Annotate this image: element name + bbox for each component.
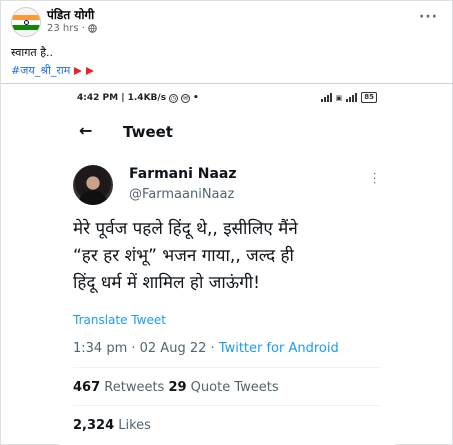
- status-time: 4:42 PM | 1.4KB/s: [77, 93, 167, 103]
- signal-icon: [320, 93, 332, 102]
- post-text: स्वागत है..: [11, 46, 54, 59]
- post-author[interactable]: पंडित योगी: [47, 6, 94, 23]
- tweet-timestamp: 1:34 pm · 02 Aug 22 ·: [73, 341, 219, 356]
- volte-icon: ▣: [335, 93, 343, 102]
- tweet-author-name[interactable]: Farmani Naaz: [129, 166, 237, 182]
- dot-icon: •: [193, 93, 199, 103]
- tweet-body-line: मेरे पूर्वज पहले हिंदू थे,, इसीलिए मैंने: [73, 219, 298, 239]
- tweet-body-line: “हर हर शंभू” भजन गाया,, जल्द ही: [73, 246, 294, 266]
- tweet-author-avatar[interactable]: [73, 165, 113, 205]
- tweet-more-icon[interactable]: ···: [368, 172, 381, 186]
- tweet-author-handle[interactable]: @FarmaaniNaaz: [129, 187, 234, 202]
- divider: [73, 367, 381, 368]
- more-options-icon[interactable]: ···: [419, 9, 438, 25]
- post-hashtag-row: #जय_श्री_राम: [11, 63, 95, 78]
- tweet-likes-row: 2,324 Likes: [73, 418, 151, 433]
- post-image[interactable]: 4:42 PM | 1.4KB/s ◷ ✉ • ▣ 85 ← Tweet Far…: [59, 84, 395, 445]
- tweet-header-title: Tweet: [123, 123, 173, 141]
- phone-status-right: ▣ 85: [320, 92, 377, 103]
- tweet-stats-row: 467 Retweets 29 Quote Tweets: [73, 380, 279, 395]
- tweet-body: मेरे पूर्वज पहले हिंदू थे,, इसीलिए मैंने…: [73, 216, 385, 297]
- globe-icon: [88, 24, 97, 33]
- hashtag-link[interactable]: #जय_श्री_राम: [11, 63, 70, 78]
- tweet-source-link[interactable]: Twitter for Android: [219, 341, 339, 356]
- post-meta: 23 hrs ·: [47, 23, 97, 34]
- alarm-icon: ◷: [169, 93, 179, 103]
- battery-icon: 85: [361, 92, 377, 103]
- retweets-count[interactable]: 467: [73, 380, 100, 395]
- author-avatar[interactable]: [11, 7, 41, 37]
- translate-tweet-link[interactable]: Translate Tweet: [73, 313, 166, 327]
- red-triangle-icon: [74, 66, 83, 75]
- red-triangle-icon: [86, 66, 95, 75]
- divider: [73, 405, 381, 406]
- facebook-post: पंडित योगी 23 hrs · ··· स्वागत है.. #जय_…: [0, 0, 453, 445]
- retweets-label[interactable]: Retweets: [100, 380, 168, 395]
- phone-status-bar: 4:42 PM | 1.4KB/s ◷ ✉ •: [77, 93, 199, 103]
- tweet-body-line: हिंदू धर्म में शामिल हो जाऊंगी!: [73, 273, 260, 293]
- likes-count[interactable]: 2,324: [73, 418, 114, 433]
- tweet-timestamp-row: 1:34 pm · 02 Aug 22 · Twitter for Androi…: [73, 341, 339, 356]
- quotes-count[interactable]: 29: [168, 380, 186, 395]
- post-time[interactable]: 23 hrs ·: [47, 23, 85, 34]
- quotes-label[interactable]: Quote Tweets: [187, 380, 279, 395]
- likes-label[interactable]: Likes: [114, 418, 151, 433]
- messenger-icon: ✉: [181, 93, 191, 103]
- signal-icon: [346, 93, 358, 102]
- back-arrow-icon[interactable]: ←: [79, 121, 92, 140]
